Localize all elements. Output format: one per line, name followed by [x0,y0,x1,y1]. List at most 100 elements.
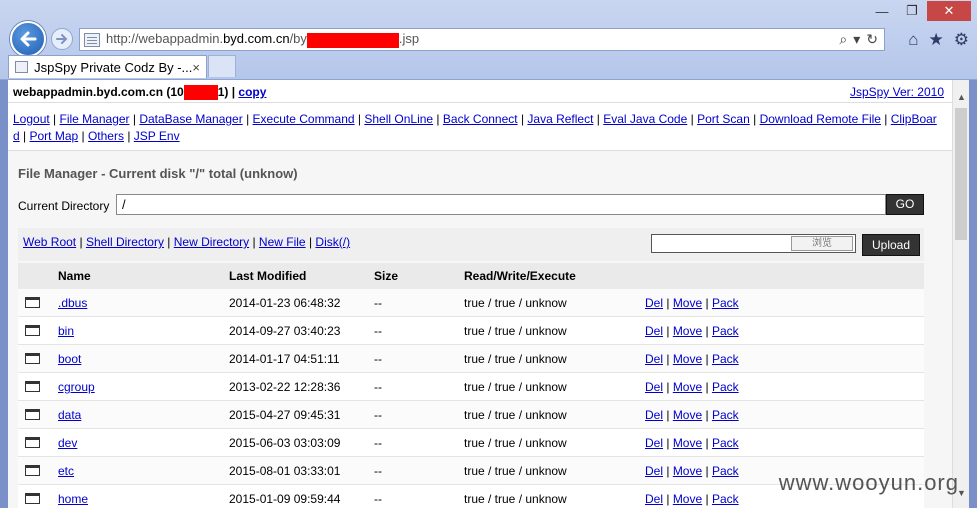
file-actions: Del | Move | Pack [645,380,739,394]
menu-java-reflect[interactable]: Java Reflect [527,112,593,126]
file-size: -- [374,352,382,366]
menu-port-scan[interactable]: Port Scan [697,112,750,126]
pack-link[interactable]: Pack [712,380,739,394]
del-link[interactable]: Del [645,464,663,478]
close-tab-icon[interactable]: × [192,60,200,75]
home-icon[interactable]: ⌂ [908,30,918,50]
menu-eval-java-code[interactable]: Eval Java Code [603,112,687,126]
del-link[interactable]: Del [645,352,663,366]
file-name-link[interactable]: dev [58,436,77,450]
search-icon[interactable]: ⌕ [839,31,847,48]
pack-link[interactable]: Pack [712,464,739,478]
pack-link[interactable]: Pack [712,408,739,422]
upload-button[interactable]: Upload [862,234,920,256]
file-name-link[interactable]: .dbus [58,296,87,310]
del-link[interactable]: Del [645,436,663,450]
browse-button[interactable]: 浏览 [791,236,853,251]
settings-gear-icon[interactable]: ⚙ [954,30,969,50]
file-permissions: true / true / unknow [464,380,567,394]
menu-execute-command[interactable]: Execute Command [253,112,355,126]
page-title: File Manager - Current disk "/" total (u… [18,166,298,181]
file-actions: Del | Move | Pack [645,296,739,310]
new-directory-link[interactable]: New Directory [174,235,249,249]
pack-link[interactable]: Pack [712,296,739,310]
back-arrow-icon [20,31,37,47]
file-modified: 2014-01-23 06:48:32 [229,296,341,310]
menu-download-remote-file[interactable]: Download Remote File [760,112,881,126]
close-window-button[interactable]: ✕ [927,1,971,21]
column-header-name: Name [58,269,91,283]
vertical-scrollbar[interactable]: ▲ ▼ [952,80,969,508]
forward-arrow-icon [56,34,68,44]
menu-file-manager[interactable]: File Manager [60,112,130,126]
tab-jspspy[interactable]: JspSpy Private Codz By -... × [8,55,207,78]
del-link[interactable]: Del [645,492,663,506]
scrollbar-thumb[interactable] [955,108,967,240]
table-row: data 2015-04-27 09:45:31 -- true / true / u… [18,401,924,429]
move-link[interactable]: Move [673,324,702,338]
move-link[interactable]: Move [673,380,702,394]
menu-shell-online[interactable]: Shell OnLine [364,112,433,126]
file-name-link[interactable]: cgroup [58,380,95,394]
file-toolbar: Web Root | Shell Directory | New Directo… [18,228,924,261]
move-link[interactable]: Move [673,296,702,310]
menu-jsp-env[interactable]: JSP Env [134,129,180,143]
pack-link[interactable]: Pack [712,324,739,338]
file-actions: Del | Move | Pack [645,408,739,422]
del-link[interactable]: Del [645,380,663,394]
version-link[interactable]: JspSpy Ver: 2010 [850,85,944,99]
file-modified: 2014-01-17 04:51:11 [229,352,340,366]
pack-link[interactable]: Pack [712,352,739,366]
minimize-button[interactable]: — [867,1,897,21]
menu-clipboard[interactable]: ClipBoar [891,112,937,126]
url-redaction [306,32,399,48]
dropdown-icon[interactable]: ▾ [853,31,860,48]
refresh-icon[interactable]: ↻ [866,31,878,48]
move-link[interactable]: Move [673,492,702,506]
pack-link[interactable]: Pack [712,436,739,450]
forward-button[interactable] [51,28,73,50]
move-link[interactable]: Move [673,464,702,478]
table-row: boot 2014-01-17 04:51:11 -- true / true / u… [18,345,924,373]
file-name-link[interactable]: bin [58,324,74,338]
menu-logout[interactable]: Logout [13,112,50,126]
copy-link[interactable]: copy [238,85,266,99]
current-directory-input[interactable]: / [116,194,886,215]
page-icon [84,32,100,47]
move-link[interactable]: Move [673,408,702,422]
url-text[interactable]: http://webappadmin.byd.com.cn/by .jsp [106,31,419,48]
go-button[interactable]: GO [886,194,924,215]
move-link[interactable]: Move [673,352,702,366]
menu-database-manager[interactable]: DataBase Manager [139,112,242,126]
scroll-up-icon[interactable]: ▲ [957,92,966,102]
file-name-link[interactable]: data [58,408,81,422]
restore-button[interactable]: ❐ [897,1,927,21]
favorites-star-icon[interactable]: ★ [929,30,944,50]
menu-others[interactable]: Others [88,129,124,143]
file-permissions: true / true / unknow [464,408,567,422]
menu-port-map[interactable]: Port Map [29,129,78,143]
del-link[interactable]: Del [645,324,663,338]
folder-icon [25,351,40,364]
del-link[interactable]: Del [645,296,663,310]
address-bar[interactable]: http://webappadmin.byd.com.cn/by .jsp ⌕ ▾… [79,28,885,51]
file-name-link[interactable]: etc [58,464,74,478]
move-link[interactable]: Move [673,436,702,450]
file-name-link[interactable]: home [58,492,88,506]
new-tab-button[interactable] [208,55,236,77]
disk-link[interactable]: Disk(/) [315,235,350,249]
menu-clipboard-wrap[interactable]: d [13,129,20,143]
new-file-link[interactable]: New File [259,235,306,249]
file-modified: 2015-06-03 03:03:09 [229,436,341,450]
file-name-link[interactable]: boot [58,352,81,366]
shell-directory-link[interactable]: Shell Directory [86,235,164,249]
web-root-link[interactable]: Web Root [23,235,76,249]
pack-link[interactable]: Pack [712,492,739,506]
upload-file-input[interactable]: 浏览 [651,234,856,253]
column-header-rwe: Read/Write/Execute [464,269,576,283]
del-link[interactable]: Del [645,408,663,422]
file-actions: Del | Move | Pack [645,352,739,366]
back-button[interactable] [10,21,46,57]
table-row: dev 2015-06-03 03:03:09 -- true / true / un… [18,429,924,457]
menu-back-connect[interactable]: Back Connect [443,112,518,126]
